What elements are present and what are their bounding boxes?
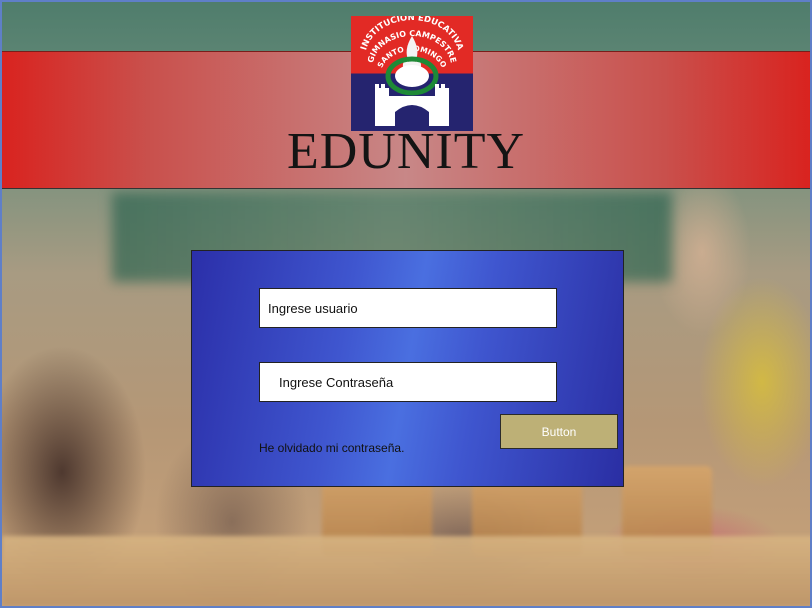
background-desk <box>2 536 810 606</box>
school-crest-logo: INSTITUCIÓN EDUCATIVA GIMNASIO CAMPESTRE… <box>351 16 473 131</box>
app-title: EDUNITY <box>286 123 526 180</box>
username-input[interactable] <box>259 288 557 328</box>
password-input[interactable] <box>259 362 557 402</box>
crest-icon: INSTITUCIÓN EDUCATIVA GIMNASIO CAMPESTRE… <box>359 16 465 126</box>
login-panel: He olvidado mi contraseña. Button <box>191 250 624 487</box>
login-button[interactable]: Button <box>500 414 618 449</box>
app-window: INSTITUCIÓN EDUCATIVA GIMNASIO CAMPESTRE… <box>0 0 812 608</box>
forgot-password-link[interactable]: He olvidado mi contraseña. <box>259 441 404 455</box>
